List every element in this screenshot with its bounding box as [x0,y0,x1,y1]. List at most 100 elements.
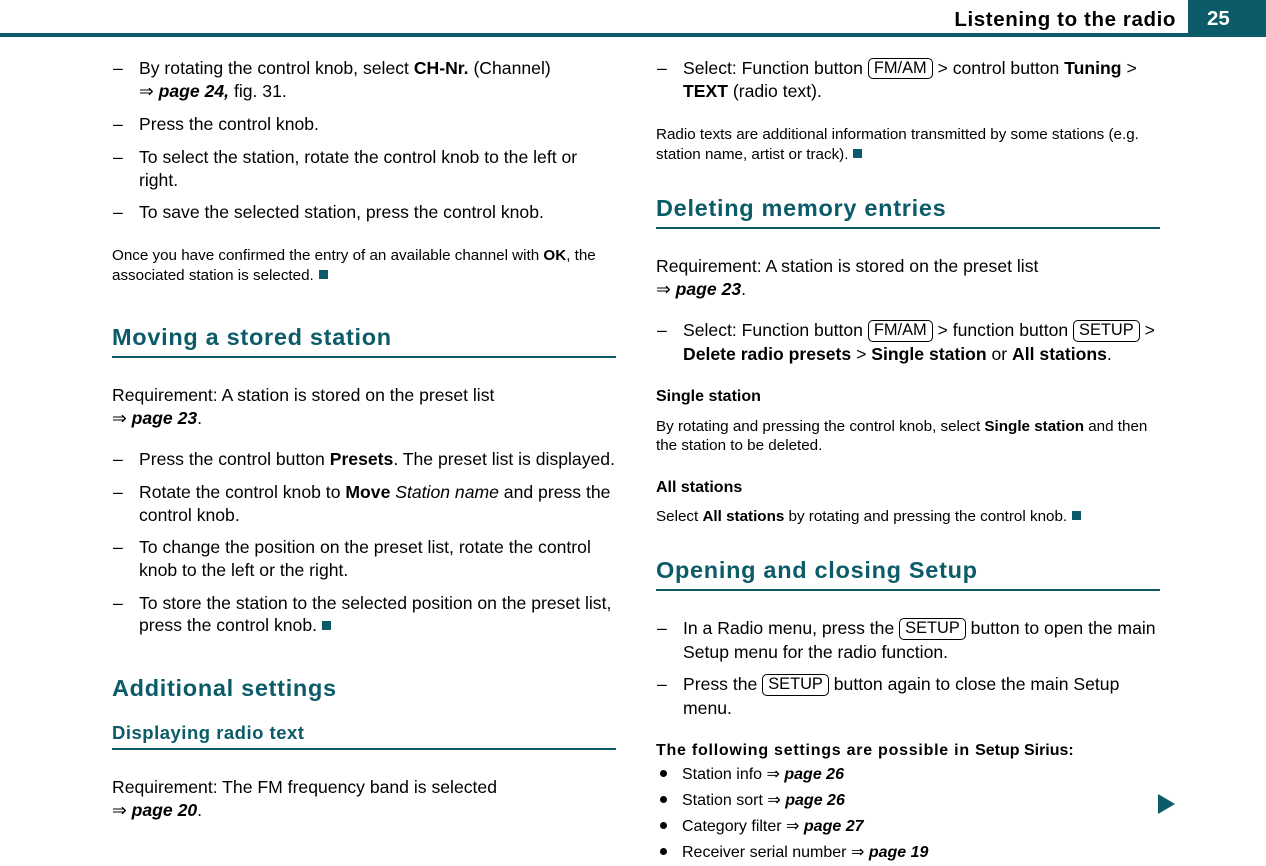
step-text: Press the control button Presets. The pr… [139,449,615,470]
dash-marker: – [113,449,123,470]
step-text: Select: Function button FM/AM > function… [683,320,1155,364]
step-text: Select: Function button FM/AM > control … [683,58,1137,102]
dash-marker: – [113,537,123,558]
key-setup[interactable]: SETUP [899,618,966,640]
text-single-station: By rotating and pressing the control kno… [656,417,1148,455]
page-ref-arrow-icon: ⇒ [767,789,781,809]
text-all-stations: Select All stations by rotating and pres… [656,507,1160,527]
list-item: – To store the station to the selected p… [112,592,616,637]
step-text: To change the position on the preset lis… [139,537,591,581]
step-text: Press the control knob. [139,114,319,135]
page-ref-arrow-icon: ⇒ [112,800,127,821]
list-item: – To select the station, rotate the cont… [112,146,616,191]
header-rule [0,33,1188,37]
list-item: Station sort ⇒ page 26 [656,787,1160,813]
right-column: – Select: Function button FM/AM > contro… [656,57,1160,866]
page-reference[interactable]: page 27 [804,818,864,835]
heading-single-station: Single station [656,388,761,406]
page-reference[interactable]: page 24, [159,81,229,101]
list-item: – Select: Function button FM/AM > functi… [656,319,1160,365]
continue-arrow-icon[interactable] [1158,794,1175,814]
step-text: By rotating the control knob, select CH-… [139,58,551,102]
dash-marker: – [657,618,667,639]
steps-list-moving-station: – Press the control button Presets. The … [112,448,616,637]
inline-bold: Move [345,482,391,502]
page-reference[interactable]: page 26 [785,792,845,809]
key-fm-am[interactable]: FM/AM [867,320,933,342]
heading-moving-a-stored-station: Moving a stored station [112,324,616,358]
note-paragraph-confirm-entry: Once you have confirmed the entry of an … [112,247,596,284]
settings-intro: The following settings are possible in S… [656,742,1074,760]
inline-bold: Tuning [1064,58,1122,78]
settings-bullet-list: Station info ⇒ page 26 Station sort ⇒ pa… [656,761,1160,866]
step-text: In a Radio menu, press the SETUP button … [683,618,1156,662]
steps-list-radio-text: – Select: Function button FM/AM > contro… [656,57,1160,103]
dash-marker: – [113,482,123,502]
inline-bold: Single station [984,417,1084,435]
end-of-section-square-icon [853,148,863,158]
end-of-section-square-icon [1072,511,1082,521]
list-item: – Press the control button Presets. The … [112,448,616,471]
requirement-displaying-radio-text: Requirement: The FM frequency band is se… [112,777,497,821]
steps-list-deleting: – Select: Function button FM/AM > functi… [656,319,1160,365]
page-ref-arrow-icon: ⇒ [786,816,800,836]
dash-marker: – [113,202,123,223]
steps-list-setup: – In a Radio menu, press the SETUP butto… [656,617,1160,719]
page-reference[interactable]: page 23 [132,408,198,428]
key-setup[interactable]: SETUP [762,674,829,696]
page-reference[interactable]: page 23 [676,279,742,299]
bullet-icon [660,822,667,830]
list-item: Receiver serial number ⇒ page 19 [656,839,1160,865]
inline-bold: Delete radio presets [683,343,852,364]
step-text: Press the SETUP button again to close th… [683,674,1120,718]
heading-opening-and-closing-setup: Opening and closing Setup [656,557,1160,592]
key-setup[interactable]: SETUP [1073,320,1140,342]
dash-marker: – [657,58,667,78]
heading-all-stations: All stations [656,479,743,496]
bullet-icon [660,769,667,777]
bullet-icon [660,795,667,803]
step-text: To store the station to the selected pos… [139,592,612,636]
page-header: Listening to the radio 25 [0,0,1266,37]
page-ref-arrow-icon: ⇒ [112,408,127,429]
list-item: – Press the control knob. [112,113,616,136]
step-text: To save the selected station, press the … [139,202,544,223]
requirement-moving: Requirement: A station is stored on the … [112,384,495,429]
dash-marker: – [657,320,667,341]
inline-bold: CH-Nr. [413,58,469,78]
page-ref-arrow-icon: ⇒ [850,842,865,862]
key-fm-am[interactable]: FM/AM [867,58,933,80]
dash-marker: – [113,147,123,168]
page-ref-arrow-icon: ⇒ [766,763,780,783]
dash-marker: – [657,674,667,695]
inline-bold: All stations [702,508,785,526]
page-number: 25 [1207,7,1230,30]
steps-list-select-channel: – By rotating the control knob, select C… [112,57,616,224]
heading-additional-settings: Additional settings [112,675,337,702]
page-reference[interactable]: page 26 [784,766,844,783]
list-item: – To save the selected station, press th… [112,201,616,224]
list-item: – Select: Function button FM/AM > contro… [656,57,1160,103]
end-of-section-square-icon [318,269,328,279]
list-item: – In a Radio menu, press the SETUP butto… [656,617,1160,663]
menu-name: Setup Sirius [975,742,1069,760]
step-text: Rotate the control knob to Move Station … [139,482,611,525]
dash-marker: – [113,592,123,613]
left-column: – By rotating the control knob, select C… [112,57,616,823]
page-number-block: 25 [1188,0,1266,37]
page-ref-arrow-icon: ⇒ [656,279,671,300]
inline-bold: TEXT [683,81,728,102]
list-item: – Press the SETUP button again to close … [656,673,1160,719]
setting-label: Station info [682,765,763,783]
dash-marker: – [113,58,123,78]
page-reference[interactable]: page 20 [132,800,198,820]
bullet-icon [660,848,667,856]
setting-label: Station sort [682,791,763,809]
list-item: – By rotating the control knob, select C… [112,57,616,103]
dash-marker: – [113,114,123,135]
inline-bold: All stations [1012,343,1107,364]
page-reference[interactable]: page 19 [869,844,929,861]
step-text: To select the station, rotate the contro… [139,147,578,190]
heading-displaying-radio-text: Displaying radio text [112,723,616,751]
inline-italic: Station name [390,482,499,502]
